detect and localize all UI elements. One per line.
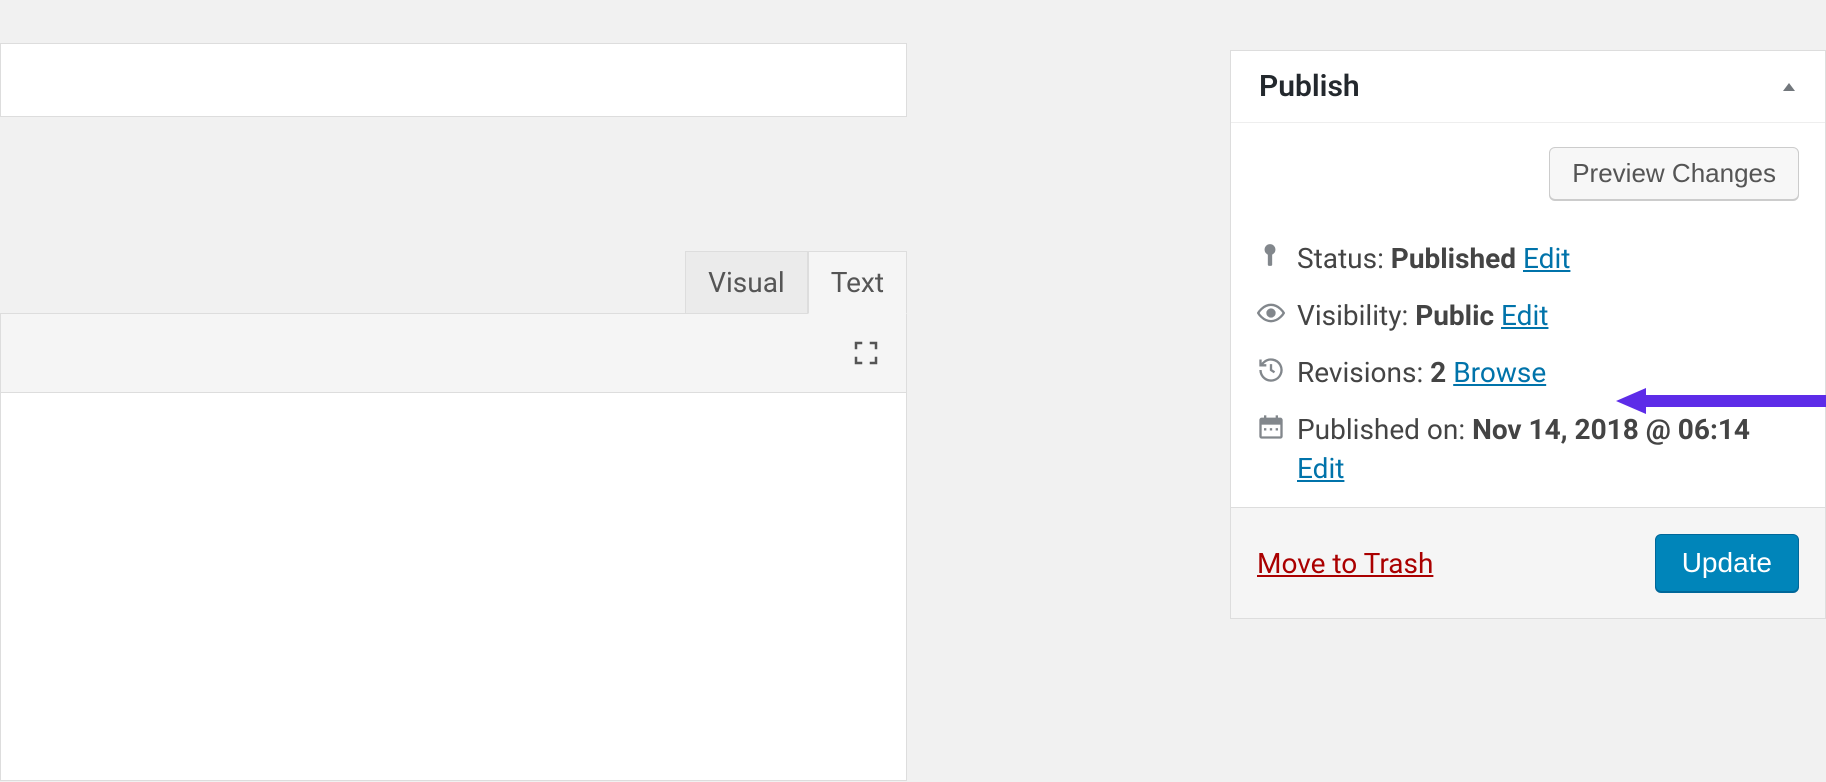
publish-metabox: Publish Preview Changes Status: Publishe… [1230, 50, 1826, 619]
visibility-edit-link[interactable]: Edit [1501, 299, 1548, 332]
publish-footer: Move to Trash Update [1231, 507, 1825, 618]
revisions-text: Revisions: 2 Browse [1297, 356, 1799, 389]
status-row: Status: Published Edit [1257, 230, 1799, 287]
visibility-text: Visibility: Public Edit [1297, 299, 1799, 332]
preview-row: Preview Changes [1257, 147, 1799, 200]
collapse-toggle-icon[interactable] [1781, 79, 1797, 95]
publish-title: Publish [1259, 69, 1360, 104]
published-label: Published on: [1297, 413, 1465, 446]
publish-body: Preview Changes Status: Published Edit [1231, 123, 1825, 507]
tab-visual[interactable]: Visual [685, 251, 808, 314]
key-icon [1257, 242, 1297, 268]
status-value: Published [1391, 242, 1516, 275]
eye-icon [1257, 299, 1297, 327]
post-title-input[interactable] [0, 43, 907, 117]
revisions-count: 2 [1430, 356, 1446, 389]
publish-box-header[interactable]: Publish [1231, 51, 1825, 123]
fullscreen-icon[interactable] [851, 338, 881, 368]
editor-tabs: Visual Text [0, 251, 907, 314]
published-text: Published on: Nov 14, 2018 @ 06:14 [1297, 413, 1799, 446]
published-row: Published on: Nov 14, 2018 @ 06:14 Edit [1257, 401, 1799, 497]
update-button[interactable]: Update [1655, 534, 1799, 592]
calendar-icon [1257, 413, 1297, 441]
preview-changes-button[interactable]: Preview Changes [1549, 147, 1799, 200]
published-edit-link[interactable]: Edit [1297, 452, 1344, 485]
history-icon [1257, 356, 1297, 384]
status-edit-link[interactable]: Edit [1523, 242, 1570, 275]
status-label: Status: [1297, 242, 1384, 275]
move-to-trash-link[interactable]: Move to Trash [1257, 547, 1433, 580]
tab-text[interactable]: Text [808, 251, 907, 314]
editor-area: Visual Text [0, 43, 907, 781]
editor-toolbar [0, 313, 907, 393]
status-text: Status: Published Edit [1297, 242, 1799, 275]
editor-textarea[interactable] [0, 393, 907, 781]
revisions-row: Revisions: 2 Browse [1257, 344, 1799, 401]
published-value: Nov 14, 2018 @ 06:14 [1472, 413, 1750, 446]
visibility-row: Visibility: Public Edit [1257, 287, 1799, 344]
revisions-browse-link[interactable]: Browse [1453, 356, 1546, 389]
visibility-value: Public [1415, 299, 1494, 332]
revisions-label: Revisions: [1297, 356, 1423, 389]
visibility-label: Visibility: [1297, 299, 1408, 332]
